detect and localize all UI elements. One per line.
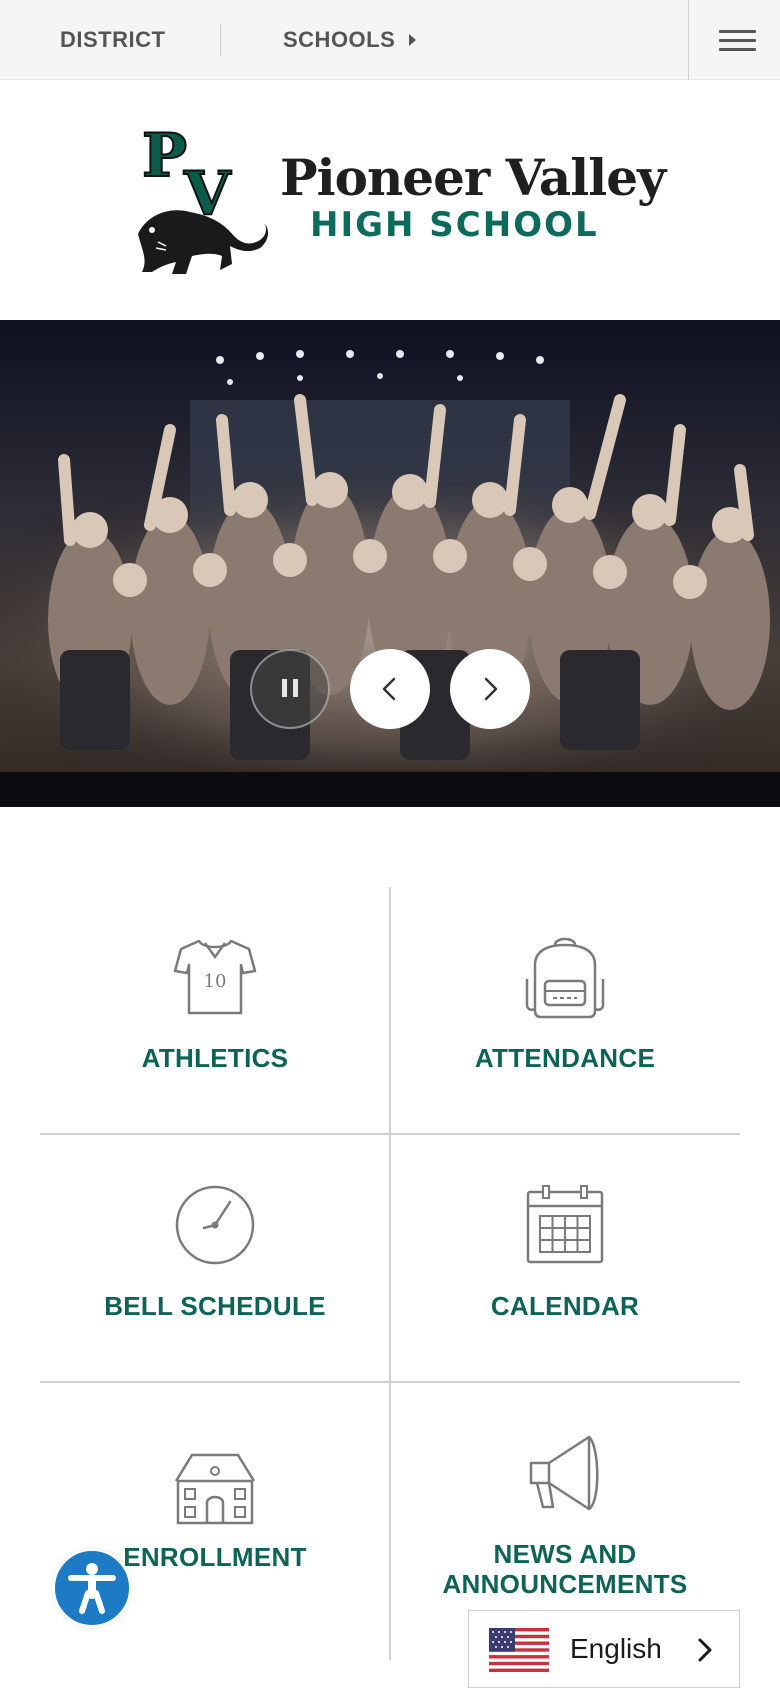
- grid-divider-horizontal: [40, 1381, 740, 1383]
- page: DISTRICT SCHOOLS P V Pioneer Valley HIGH…: [0, 0, 780, 1688]
- quick-link-attendance[interactable]: ATTENDANCE: [390, 893, 740, 1133]
- school-name-line1: Pioneer Valley: [280, 148, 666, 207]
- quick-link-news-and-announcements[interactable]: NEWS AND ANNOUNCEMENTS: [390, 1389, 740, 1629]
- hamburger-line: [719, 48, 756, 51]
- school-name: Pioneer Valley HIGH SCHOOL: [280, 148, 680, 245]
- language-selector[interactable]: English: [468, 1610, 740, 1688]
- hamburger-line: [719, 30, 756, 33]
- caret-right-icon: [409, 34, 417, 46]
- hamburger-menu-button[interactable]: [688, 0, 780, 80]
- jersey-number: 10: [204, 971, 227, 992]
- nav-divider: [220, 24, 221, 56]
- megaphone-icon: [529, 1435, 599, 1511]
- chevron-right-icon: [698, 1638, 712, 1662]
- previous-slide-button[interactable]: [350, 649, 430, 729]
- accessibility-button[interactable]: [52, 1548, 132, 1628]
- us-flag-icon: [489, 1628, 549, 1672]
- quick-link-label: ATHLETICS: [141, 1043, 289, 1073]
- clock-icon: [175, 1185, 255, 1265]
- accessibility-person-icon: [68, 1563, 116, 1614]
- chevron-right-icon: [484, 677, 498, 701]
- school-name-line2: HIGH SCHOOL: [310, 205, 599, 245]
- hero-photo: [0, 320, 780, 807]
- jersey-icon: 10: [173, 939, 257, 1015]
- quick-link-athletics[interactable]: 10 ATHLETICS: [40, 893, 390, 1133]
- hamburger-line: [719, 39, 756, 42]
- grid-divider-horizontal: [40, 1133, 740, 1135]
- language-label: English: [570, 1633, 662, 1664]
- schools-dropdown[interactable]: SCHOOLS: [283, 0, 417, 80]
- school-logo-link[interactable]: P V Pioneer Valley HIGH SCHOOL: [0, 80, 780, 320]
- top-bar: DISTRICT SCHOOLS: [0, 0, 780, 80]
- quick-link-label-line2: ANNOUNCEMENTS: [442, 1569, 688, 1599]
- quick-link-bell-schedule[interactable]: BELL SCHEDULE: [40, 1141, 390, 1381]
- hero-slideshow: [0, 320, 780, 807]
- calendar-icon: [526, 1185, 604, 1264]
- chevron-left-icon: [382, 677, 396, 701]
- pause-slideshow-button[interactable]: [250, 649, 330, 729]
- schools-label: SCHOOLS: [283, 27, 396, 52]
- pause-icon: [282, 679, 298, 697]
- logo-monogram-p: P: [142, 124, 187, 191]
- next-slide-button[interactable]: [450, 649, 530, 729]
- quick-link-calendar[interactable]: CALENDAR: [390, 1141, 740, 1381]
- quick-link-label: NEWS AND: [493, 1539, 637, 1569]
- quick-link-label: BELL SCHEDULE: [104, 1291, 326, 1321]
- district-link[interactable]: DISTRICT: [60, 0, 165, 80]
- panther-logo-icon: P V: [138, 124, 269, 274]
- quick-link-label: ATTENDANCE: [474, 1043, 656, 1073]
- school-building-icon: [174, 1453, 256, 1525]
- backpack-icon: [525, 937, 605, 1019]
- quick-link-label: CALENDAR: [490, 1291, 640, 1321]
